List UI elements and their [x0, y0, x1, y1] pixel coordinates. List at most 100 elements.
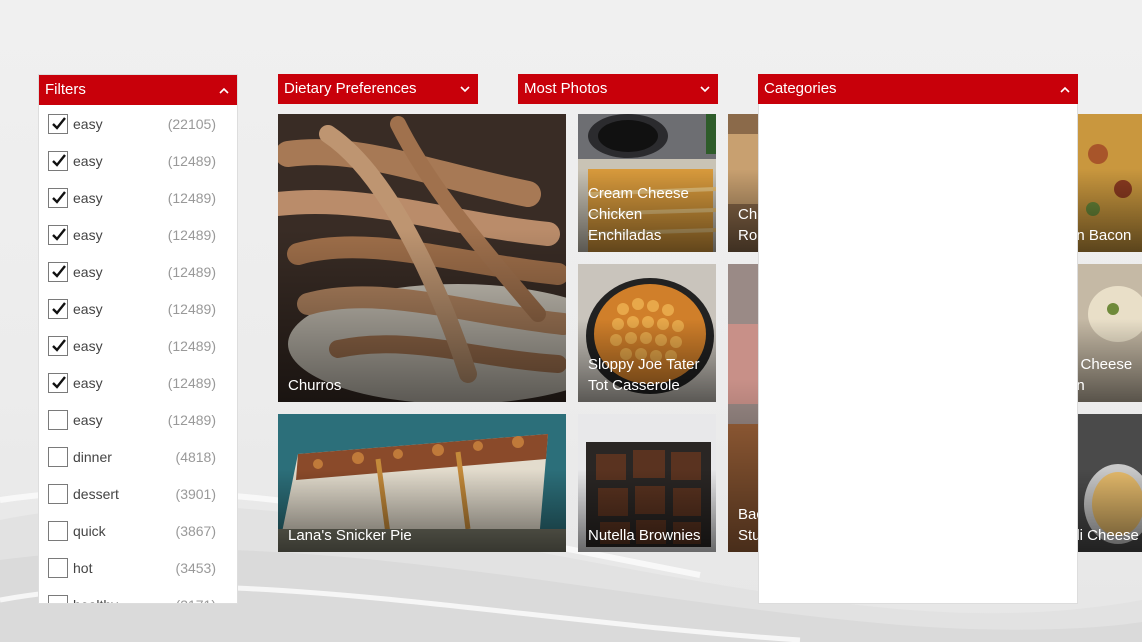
partial-label-line: Stu	[738, 527, 758, 544]
filter-count: (12489)	[167, 226, 216, 243]
partial-label-line: Bac	[738, 506, 758, 523]
filters-panel: Filters easy (22105) easy (12489) easy (12489…	[38, 74, 238, 604]
filter-checkbox[interactable]	[48, 224, 68, 245]
filter-checkbox[interactable]	[48, 187, 68, 208]
filters-list: easy (22105) easy (12489) easy (12489) easy (12…	[39, 105, 237, 603]
partial-label-line: Rol	[738, 227, 758, 244]
filter-count: (12489)	[167, 374, 216, 391]
tile-label: oli Cheese	[1078, 527, 1139, 544]
partial-label-line: Chi	[738, 206, 758, 223]
recipe-tile-partial-bacon[interactable]: en Bacon	[1078, 114, 1142, 252]
filter-count: (3901)	[175, 485, 216, 502]
filter-item[interactable]: dessert (3901)	[39, 475, 237, 512]
recipe-tile-partial-chi[interactable]: Chi Rol	[728, 114, 758, 252]
filter-count: (12489)	[167, 300, 216, 317]
filter-checkbox[interactable]	[48, 594, 68, 603]
filter-item[interactable]: easy (12489)	[39, 327, 237, 364]
recipe-tile-nutella-brownies[interactable]: Nutella Brownies	[578, 414, 716, 552]
chevron-down-icon	[698, 82, 712, 96]
filter-checkbox[interactable]	[48, 372, 68, 393]
filter-checkbox[interactable]	[48, 483, 68, 504]
checkmark-icon	[52, 116, 66, 130]
checkmark-icon	[52, 264, 66, 278]
recipe-tile-sloppy-joe[interactable]: Sloppy Joe Tater Tot Casserole	[578, 264, 716, 402]
filter-item[interactable]: easy (12489)	[39, 401, 237, 438]
checkmark-icon	[52, 153, 66, 167]
filter-checkbox[interactable]	[48, 335, 68, 356]
tile-label: Bac Stu	[738, 504, 758, 546]
filter-label: easy	[73, 300, 103, 317]
filter-label: dessert	[73, 485, 119, 502]
filter-label: healthy	[73, 597, 118, 604]
filter-item[interactable]: easy (12489)	[39, 142, 237, 179]
filter-label: easy	[73, 263, 103, 280]
checkmark-icon	[52, 375, 66, 389]
filter-checkbox[interactable]	[48, 150, 68, 171]
filter-count: (3453)	[175, 559, 216, 576]
chevron-up-icon[interactable]	[217, 83, 231, 97]
filter-count: (12489)	[167, 337, 216, 354]
checkmark-icon	[52, 227, 66, 241]
recipe-tile-snicker-pie[interactable]: Lana's Snicker Pie	[278, 414, 566, 552]
filter-item[interactable]: easy (22105)	[39, 105, 237, 142]
filter-count: (12489)	[167, 411, 216, 428]
recipe-tile-partial-cheese-chicken[interactable]: n Cheese en	[1078, 264, 1142, 402]
tile-label: Nutella Brownies	[588, 527, 701, 544]
filters-title: Filters	[45, 81, 86, 98]
filter-item[interactable]: easy (12489)	[39, 253, 237, 290]
filter-count: (22105)	[167, 115, 216, 132]
dietary-preferences-dropdown[interactable]: Dietary Preferences	[278, 74, 478, 104]
filter-count: (12489)	[167, 152, 216, 169]
filter-label: hot	[73, 559, 93, 576]
dietary-preferences-label: Dietary Preferences	[284, 80, 417, 97]
filter-label: quick	[73, 522, 106, 539]
filter-count: (3171)	[176, 597, 216, 604]
filter-checkbox[interactable]	[48, 446, 68, 467]
filter-checkbox[interactable]	[48, 520, 68, 541]
filter-label: easy	[73, 115, 103, 132]
filter-item[interactable]: healthy (3171)	[39, 586, 237, 603]
recipe-tile-partial-broccoli-cheese[interactable]: oli Cheese	[1078, 414, 1142, 552]
chevron-up-icon[interactable]	[1058, 82, 1072, 96]
most-photos-label: Most Photos	[524, 80, 608, 97]
filter-label: easy	[73, 226, 103, 243]
filter-checkbox[interactable]	[48, 298, 68, 319]
filter-item[interactable]: hot (3453)	[39, 549, 237, 586]
tile-label: Sloppy Joe Tater Tot Casserole	[588, 356, 700, 394]
filter-item[interactable]: easy (12489)	[39, 364, 237, 401]
recipe-tile-partial-bac[interactable]: Bac Stu	[728, 264, 758, 552]
tile-label: Chi Rol	[738, 204, 758, 246]
filters-header[interactable]: Filters	[39, 75, 237, 105]
categories-panel: Categories	[758, 74, 1078, 604]
filter-count: (12489)	[167, 263, 216, 280]
filter-checkbox[interactable]	[48, 557, 68, 578]
filter-checkbox[interactable]	[48, 261, 68, 282]
filter-item[interactable]: easy (12489)	[39, 179, 237, 216]
filter-checkbox[interactable]	[48, 113, 68, 134]
filter-item[interactable]: dinner (4818)	[39, 438, 237, 475]
partial-label-line: en	[1078, 377, 1085, 394]
filter-count: (12489)	[167, 189, 216, 206]
filter-checkbox[interactable]	[48, 409, 68, 430]
most-photos-dropdown[interactable]: Most Photos	[518, 74, 718, 104]
tile-label: Churros	[288, 377, 342, 394]
categories-header[interactable]: Categories	[758, 74, 1078, 104]
filter-label: easy	[73, 189, 103, 206]
checkmark-icon	[52, 338, 66, 352]
tile-label: Lana's Snicker Pie	[288, 527, 412, 544]
checkmark-icon	[52, 301, 66, 315]
filter-item[interactable]: easy (12489)	[39, 216, 237, 253]
filter-count: (4818)	[175, 448, 216, 465]
filter-item[interactable]: quick (3867)	[39, 512, 237, 549]
recipe-tile-churros[interactable]: Churros	[278, 114, 566, 402]
categories-title: Categories	[764, 80, 837, 97]
recipe-tile-enchiladas[interactable]: Cream Cheese Chicken Enchiladas	[578, 114, 716, 252]
tile-label: Cream Cheese Chicken Enchiladas	[588, 185, 689, 244]
filter-count: (3867)	[175, 522, 216, 539]
filter-label: easy	[73, 411, 103, 428]
filter-label: dinner	[73, 448, 112, 465]
partial-label-line: n Cheese	[1078, 356, 1133, 373]
tile-label: n Cheese en	[1078, 354, 1136, 396]
filter-label: easy	[73, 152, 103, 169]
filter-item[interactable]: easy (12489)	[39, 290, 237, 327]
